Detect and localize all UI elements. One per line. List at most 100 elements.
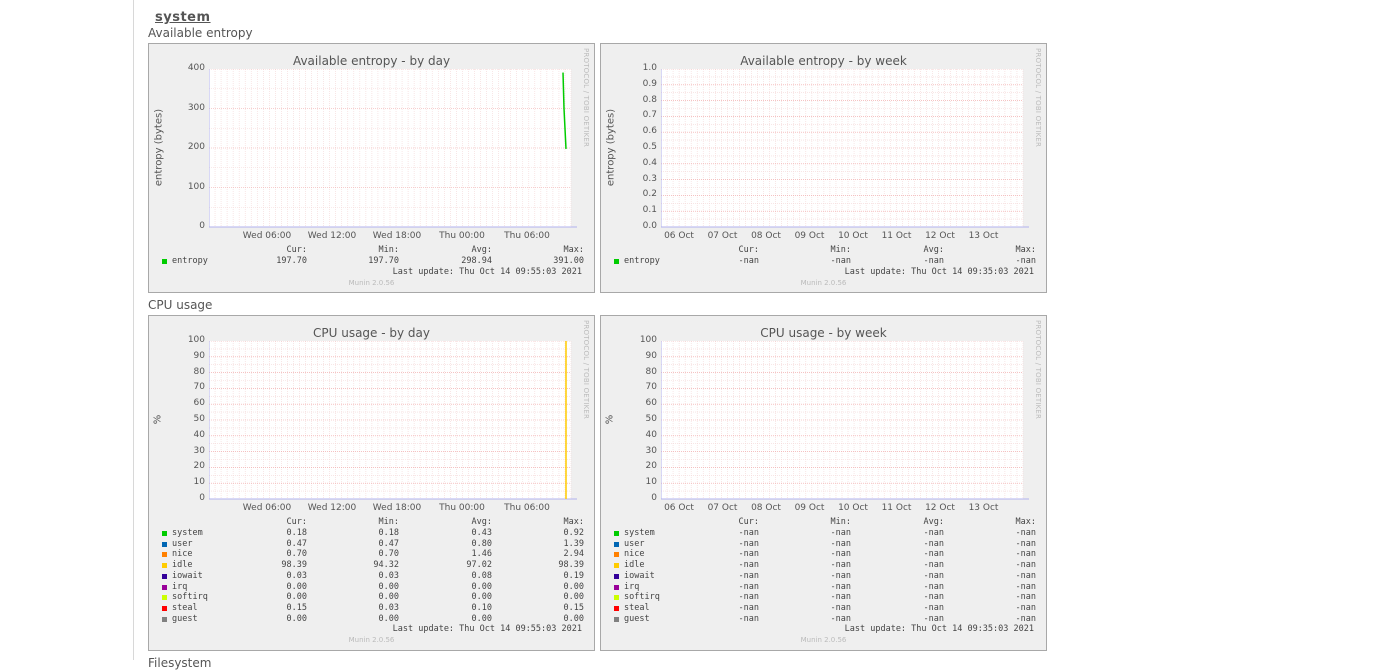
legend-value: 0.00 xyxy=(286,581,307,592)
y-tick-label: 300 xyxy=(187,102,205,113)
legend-swatch xyxy=(162,563,167,569)
legend-swatch xyxy=(162,573,167,579)
plot-area xyxy=(209,69,577,228)
y-axis-label: % xyxy=(152,414,164,425)
legend-name: steal xyxy=(172,602,198,613)
legend-header: Avg: xyxy=(923,517,944,527)
y-tick-label: 100 xyxy=(639,335,657,345)
x-tick-label: Wed 06:00 xyxy=(242,503,292,513)
legend-name: irq xyxy=(624,581,640,592)
y-tick-label: 200 xyxy=(187,142,205,152)
last-update: Last update: Thu Oct 14 09:35:03 2021 xyxy=(844,624,1034,635)
graph-title: Available entropy - by week xyxy=(740,54,907,68)
y-tick-label: 400 xyxy=(187,63,205,73)
section-title-link[interactable]: system xyxy=(155,10,211,25)
legend-value: -nan xyxy=(738,602,759,613)
x-tick-label: Thu 00:00 xyxy=(439,503,485,513)
legend-value: -nan xyxy=(738,528,759,538)
legend-value: 2.94 xyxy=(563,549,584,560)
graph-cpu-week[interactable]: CPU usage - by week PROTOCOL / TOBI OETIK… xyxy=(600,315,1047,651)
legend-name: guest xyxy=(172,613,198,624)
legend-value: 94.32 xyxy=(373,560,399,571)
y-tick-label: 70 xyxy=(193,382,205,393)
legend-value: -nan xyxy=(830,613,851,624)
legend-name: softirq xyxy=(172,592,208,603)
legend-value: 0.00 xyxy=(378,613,399,624)
x-tick-label: Wed 12:00 xyxy=(307,231,357,241)
legend-value: -nan xyxy=(923,602,944,613)
rrdtool-credit: PROTOCOL / TOBI OETIKER xyxy=(1034,320,1042,420)
y-tick-label: 10 xyxy=(645,477,657,488)
legend-value: -nan xyxy=(923,560,944,571)
y-axis-label: % xyxy=(604,414,616,425)
legend-value: -nan xyxy=(923,256,944,266)
graph-cpu-day[interactable]: CPU usage - by day PROTOCOL / TOBI OETIKE… xyxy=(148,315,595,651)
legend-name: entropy xyxy=(624,256,660,266)
legend-value: -nan xyxy=(830,581,851,592)
y-tick-label: 0 xyxy=(651,493,657,503)
legend-name: softirq xyxy=(624,592,660,603)
munin-version: Munin 2.0.56 xyxy=(800,278,847,287)
legend-value: 97.02 xyxy=(466,560,492,571)
graph-label-cpu[interactable]: CPU usage xyxy=(148,298,212,312)
graph-title: Available entropy - by day xyxy=(292,54,451,68)
legend-name: system xyxy=(624,528,655,538)
y-tick-label: 0.1 xyxy=(642,205,657,216)
legend-name: idle xyxy=(624,560,645,571)
legend-value: -nan xyxy=(738,256,759,266)
legend-value: -nan xyxy=(830,570,851,581)
y-tick-label: 0.7 xyxy=(642,110,657,121)
y-tick-label: 0.3 xyxy=(642,173,657,184)
legend-swatch xyxy=(162,605,167,611)
x-tick-label: Thu 06:00 xyxy=(504,503,550,513)
legend-header: Min: xyxy=(830,517,851,527)
y-tick-label: 80 xyxy=(645,366,657,377)
legend-value: 0.03 xyxy=(378,570,399,581)
y-tick-label: 80 xyxy=(193,366,205,377)
legend-value: 0.00 xyxy=(286,592,307,603)
graph-entropy-week[interactable]: Available entropy - by week PROTOCOL / TO… xyxy=(600,43,1047,293)
y-tick-label: 0 xyxy=(199,493,205,503)
legend-value: -nan xyxy=(1015,256,1036,266)
legend-value: 0.10 xyxy=(471,602,492,613)
legend-value: 0.18 xyxy=(286,528,307,538)
legend-value: 0.00 xyxy=(471,592,492,603)
legend-header: Max: xyxy=(563,517,584,527)
legend-header: Max: xyxy=(563,245,584,255)
legend-value: -nan xyxy=(923,613,944,624)
legend-value: 0.19 xyxy=(563,570,584,581)
y-tick-label: 20 xyxy=(645,461,657,472)
legend-name: entropy xyxy=(172,256,208,266)
legend-value: 98.39 xyxy=(281,560,307,571)
legend-value: -nan xyxy=(738,613,759,624)
y-tick-label: 10 xyxy=(193,477,205,488)
legend-header: Cur: xyxy=(286,245,307,255)
x-tick-label: 13 Oct xyxy=(968,231,999,241)
legend-swatch xyxy=(614,616,619,622)
legend-name: iowait xyxy=(172,570,203,581)
legend-value: -nan xyxy=(830,528,851,538)
legend-name: nice xyxy=(172,549,193,560)
y-tick-label: 40 xyxy=(645,429,657,440)
legend-value: -nan xyxy=(1015,602,1036,613)
rrdtool-credit: PROTOCOL / TOBI OETIKER xyxy=(1034,48,1042,148)
y-tick-label: 90 xyxy=(193,350,205,361)
legend-value: -nan xyxy=(1015,570,1036,581)
legend-swatch xyxy=(614,605,619,611)
legend-value: -nan xyxy=(923,592,944,603)
legend-swatch xyxy=(614,541,619,547)
y-tick-label: 0.6 xyxy=(642,126,657,137)
legend-header: Avg: xyxy=(471,245,492,255)
legend-value: -nan xyxy=(1015,528,1036,538)
legend-swatch xyxy=(162,259,167,264)
legend-value: 1.39 xyxy=(563,538,584,549)
y-tick-label: 0.5 xyxy=(642,142,657,152)
legend-swatch xyxy=(162,552,167,558)
legend-name: guest xyxy=(624,613,650,624)
graph-label-filesystem[interactable]: Filesystem xyxy=(148,656,211,670)
legend-value: 0.47 xyxy=(286,538,307,549)
graph-label-entropy[interactable]: Available entropy xyxy=(148,26,253,40)
y-tick-label: 30 xyxy=(645,445,657,456)
legend-header: Max: xyxy=(1015,245,1036,255)
graph-entropy-day[interactable]: Available entropy - by day PROTOCOL / TOB… xyxy=(148,43,595,293)
